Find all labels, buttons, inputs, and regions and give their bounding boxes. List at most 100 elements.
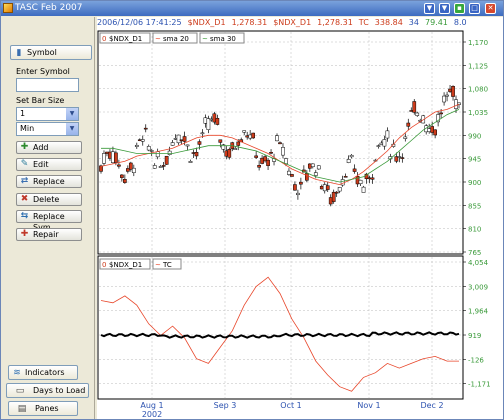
candle-body [188, 160, 193, 163]
lower-y-ticks: 4,054 3,009 1,964 919 -126 -1,171 [463, 259, 491, 389]
y-tick-upper: 990 [468, 132, 481, 140]
candle-body [349, 154, 354, 158]
lower-legend: 0 $NDX_D1 ~ TC [99, 258, 182, 270]
bar-unit-value: Min [20, 124, 35, 133]
close-button[interactable]: ✕ [485, 3, 496, 14]
candle-body [367, 177, 372, 180]
candle-body [257, 165, 261, 168]
days-to-load-button[interactable]: ▭ Days to Load [6, 383, 89, 398]
x-axis-year: 2002 [142, 410, 162, 418]
info-v34: 34 [408, 18, 419, 27]
indicators-button-label: Indicators [25, 368, 65, 377]
legend-label-sma20: sma 20 [163, 35, 189, 43]
x-tick-label: Oct 1 [280, 401, 301, 410]
repair-button[interactable]: ✚ Repair [16, 228, 82, 241]
candle-body [313, 172, 318, 176]
legend-label-tc: TC [162, 261, 172, 269]
repair-button-label: Repair [33, 230, 59, 239]
bar-size-label: Set Bar Size [16, 96, 65, 105]
x-tick-label: Dec 2 [420, 401, 443, 410]
indicators-icon: ≋ [13, 368, 21, 378]
candle-body [307, 163, 312, 169]
candle-body [164, 155, 169, 165]
y-tick-upper: 1,170 [468, 39, 488, 47]
candle-body [218, 139, 223, 143]
candle-body [179, 139, 184, 142]
bar-unit-select[interactable]: Min ▼ [16, 122, 79, 136]
candle-body [319, 186, 324, 190]
candle-body [128, 162, 133, 170]
edit-button[interactable]: ✎ Edit [16, 158, 82, 171]
candle-body [361, 186, 366, 193]
edit-icon: ✎ [20, 159, 29, 169]
add-button-label: Add [33, 143, 49, 152]
legend-marker-sma30: ~ [202, 35, 208, 43]
legend-marker-ndx-lower: 0 [102, 261, 106, 269]
info-bar: 2006/12/06 17:41:25 $NDX_D1 1,278.31 $NDX_D… [97, 18, 503, 30]
panes-icon: ▤ [17, 404, 27, 414]
info-val2: 1,278.31 [317, 18, 353, 27]
info-tc-val: 338.84 [374, 18, 403, 27]
candle-body [415, 112, 420, 116]
candle-body [140, 139, 145, 142]
candle-body [331, 191, 336, 202]
symbol-button[interactable]: ▮ Symbol [10, 45, 92, 60]
candle-body [358, 179, 363, 184]
candle-body [397, 156, 402, 158]
y-tick-lower: 1,964 [468, 308, 489, 316]
replace-sym-button[interactable]: ⇆ Replace Sym [16, 210, 82, 232]
menu-chevron-icon-2[interactable]: ▼ [439, 3, 450, 14]
candle-body [203, 117, 208, 124]
edit-button-label: Edit [33, 160, 49, 169]
candle-body [194, 151, 199, 157]
candle-body [409, 110, 414, 112]
delete-button[interactable]: ✖ Delete [16, 193, 82, 206]
window-title: TASC Feb 2007 [15, 3, 83, 13]
candle-body [433, 129, 437, 136]
panes-button[interactable]: ▤ Panes [8, 401, 78, 416]
replace-icon: ⇄ [20, 176, 29, 186]
candle-body [242, 130, 247, 133]
candle-body [200, 132, 205, 135]
menu-chevron-icon[interactable]: ▼ [424, 3, 435, 14]
panes-button-label: Panes [35, 404, 59, 413]
left-panel: ▮ Symbol Enter Symbol Set Bar Size 1 ▼ M… [2, 17, 95, 419]
repair-icon: ✚ [20, 229, 29, 239]
chart-svg: 0 $NDX_D1 ~ sma 20 ~ sma 30 0 $NDX_D1 ~ … [97, 30, 491, 418]
candle-body [305, 173, 309, 181]
symbol-input[interactable] [16, 78, 79, 92]
chevron-down-icon[interactable]: ▼ [66, 123, 78, 135]
enter-symbol-label: Enter Symbol [16, 67, 70, 76]
candle-body [355, 176, 360, 185]
plus-icon: ✚ [20, 142, 29, 152]
candle-body [123, 178, 127, 183]
restore-button[interactable]: ▪ [454, 3, 465, 14]
candle-body [111, 151, 115, 163]
indicators-button[interactable]: ≋ Indicators [8, 365, 78, 380]
candle-body [322, 184, 327, 192]
candle-body [281, 147, 285, 156]
candle-body [310, 163, 315, 168]
candle-body [325, 185, 330, 190]
candle-body [134, 144, 139, 147]
chevron-down-icon[interactable]: ▼ [66, 108, 78, 120]
upper-legend: 0 $NDX_D1 ~ sma 20 ~ sma 30 [99, 32, 245, 44]
legend-marker-tc: ~ [155, 261, 161, 269]
candle-body [266, 159, 270, 166]
maximize-button[interactable]: □ [469, 3, 480, 14]
info-sym1: $NDX_D1 [187, 18, 226, 27]
candle-body [245, 135, 250, 138]
upper-y-ticks: 1,170 1,125 1,080 1,035 990 945 900 855 810 765 [463, 39, 488, 257]
replace-button[interactable]: ⇄ Replace [16, 175, 82, 188]
add-button[interactable]: ✚ Add [16, 141, 82, 154]
candle-body [248, 134, 253, 139]
info-v8: 8.0 [453, 18, 467, 27]
candle-body [376, 145, 381, 147]
candle-body [278, 142, 282, 145]
legend-label-ndx: $NDX_D1 [109, 35, 142, 43]
bar-size-select[interactable]: 1 ▼ [16, 107, 79, 121]
candle-body [284, 158, 288, 164]
candle-body [146, 146, 151, 151]
candle-body [126, 168, 130, 172]
candle-body [260, 157, 264, 164]
